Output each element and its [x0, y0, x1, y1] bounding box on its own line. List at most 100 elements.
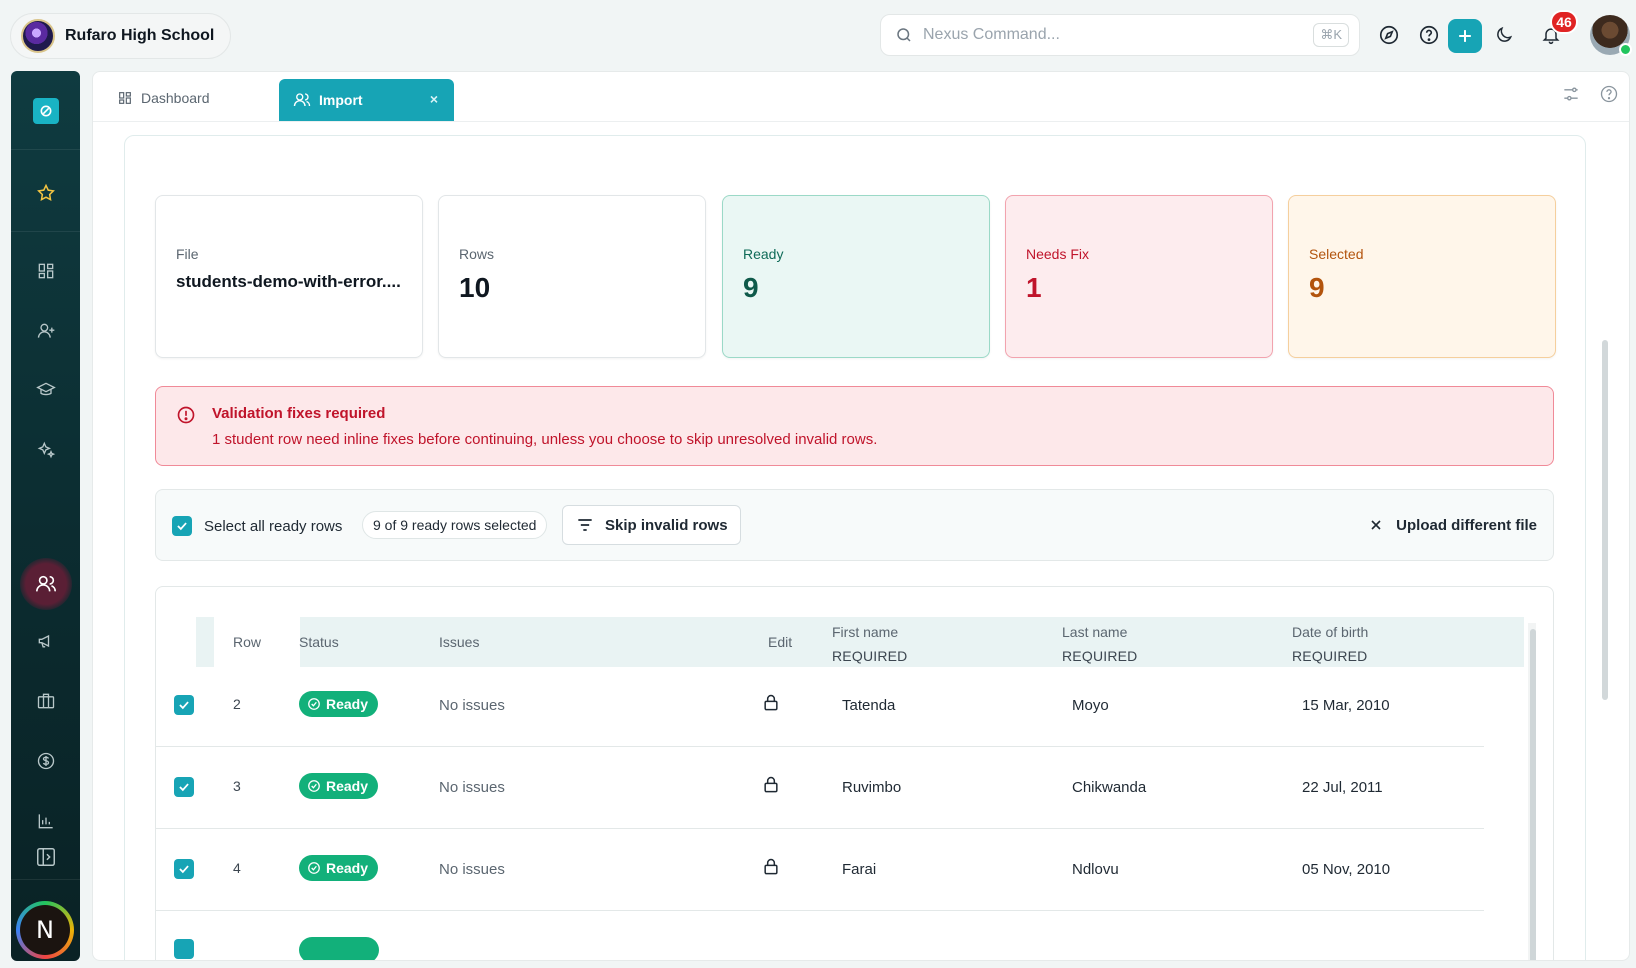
upload-different-file-button[interactable]: Upload different file: [1368, 505, 1537, 545]
app-logo[interactable]: [11, 91, 80, 131]
command-search[interactable]: Nexus Command... ⌘K: [880, 14, 1360, 56]
tab-import-label: Import: [319, 92, 363, 108]
megaphone-icon[interactable]: [11, 621, 80, 661]
import-content: File students-demo-with-error.... Rows 1…: [124, 135, 1586, 960]
check-icon: [179, 865, 189, 874]
dashboard-grid-icon[interactable]: [11, 251, 80, 291]
students-users-icon[interactable]: [11, 564, 80, 604]
account-avatar-initial: N: [20, 905, 70, 955]
header-first-name: First name: [832, 624, 899, 640]
table-scrollbar-thumb[interactable]: [1530, 629, 1536, 960]
tab-dashboard[interactable]: Dashboard: [107, 80, 210, 116]
skip-invalid-rows-label: Skip invalid rows: [605, 516, 728, 534]
import-table: Row Status Issues Edit First name REQUIR…: [155, 586, 1554, 960]
row-number: 3: [233, 778, 241, 794]
briefcase-icon[interactable]: [11, 681, 80, 721]
plus-icon: [1459, 30, 1471, 42]
last-name-cell: Chikwanda: [1072, 779, 1147, 796]
issues-cell: No issues: [439, 697, 505, 714]
notification-badge: 46: [1550, 10, 1578, 34]
stat-card-file: File students-demo-with-error....: [155, 195, 423, 358]
row-checkbox[interactable]: [174, 859, 194, 879]
lock-icon: [764, 858, 778, 875]
row-checkbox[interactable]: [174, 939, 194, 959]
account-avatar[interactable]: N: [16, 901, 74, 959]
school-name: Rufaro High School: [65, 27, 215, 44]
lock-icon: [764, 776, 778, 793]
row-checkbox[interactable]: [174, 777, 194, 797]
selection-toolbar: Select all ready rows 9 of 9 ready rows …: [155, 489, 1554, 561]
header-edit: Edit: [768, 634, 793, 650]
check-icon: [179, 701, 189, 710]
validation-alert: Validation fixes required 1 student row …: [155, 386, 1554, 466]
select-all-ready-rows[interactable]: Select all ready rows: [172, 516, 342, 536]
graduation-cap-icon[interactable]: [11, 370, 80, 410]
stat-needs-fix-value: 1: [1026, 272, 1042, 303]
check-circle-icon: [308, 862, 320, 874]
help-icon[interactable]: [1414, 20, 1444, 50]
stat-ready-value: 9: [743, 272, 759, 303]
close-x-icon: [1371, 520, 1381, 530]
skip-invalid-rows-button[interactable]: Skip invalid rows: [562, 505, 741, 545]
table-row: 2 Ready No issues Tatenda Moyo 15 Mar, 2…: [156, 665, 1484, 747]
tab-bar: Dashboard Import ×: [93, 72, 1629, 122]
alert-title: Validation fixes required: [212, 405, 386, 422]
check-circle-icon: [308, 780, 320, 792]
tab-close-icon[interactable]: ×: [430, 91, 438, 107]
page-scrollbar-thumb[interactable]: [1602, 340, 1608, 700]
dollar-icon[interactable]: [11, 741, 80, 781]
stat-card-ready: Ready 9: [722, 195, 990, 358]
issues-cell: No issues: [439, 779, 505, 796]
school-logo: [21, 19, 55, 53]
status-label: Ready: [326, 696, 369, 712]
stat-rows-label: Rows: [459, 246, 495, 262]
dob-cell: 15 Mar, 2010: [1302, 697, 1390, 714]
header-issues: Issues: [439, 634, 480, 650]
create-button[interactable]: [1448, 19, 1482, 53]
stat-file-value: students-demo-with-error....: [176, 272, 401, 291]
selection-count-pill: 9 of 9 ready rows selected: [362, 511, 548, 539]
table-row-partial: [156, 911, 1484, 960]
stat-ready-label: Ready: [743, 246, 784, 262]
check-icon: [179, 783, 189, 792]
row-checkbox[interactable]: [174, 695, 194, 715]
status-badge: [299, 937, 379, 960]
row-number: 4: [233, 860, 241, 876]
sparkles-icon[interactable]: [11, 430, 80, 470]
stat-card-selected: Selected 9: [1288, 195, 1556, 358]
bar-chart-icon[interactable]: [11, 801, 80, 841]
stat-card-needs-fix: Needs Fix 1: [1005, 195, 1273, 358]
add-user-icon[interactable]: [11, 311, 80, 351]
select-all-checkbox[interactable]: [172, 516, 192, 536]
header-last-name-required: REQUIRED: [1062, 648, 1138, 664]
stat-file-label: File: [176, 246, 199, 262]
lock-icon: [764, 694, 778, 711]
settings-sliders-icon[interactable]: [1561, 84, 1581, 104]
last-name-cell: Ndlovu: [1072, 861, 1119, 878]
tab-tools: [1561, 84, 1619, 104]
theme-toggle-moon-icon[interactable]: [1489, 20, 1519, 50]
favorites-star-icon[interactable]: [11, 173, 80, 213]
header-dob-required: REQUIRED: [1292, 648, 1368, 664]
status-badge: Ready: [299, 855, 379, 881]
header-status: Status: [299, 634, 339, 650]
header-row: Row: [233, 634, 262, 650]
online-status-dot: [1619, 43, 1632, 56]
last-name-cell: Moyo: [1072, 697, 1109, 714]
header-first-name-required: REQUIRED: [832, 648, 908, 664]
compass-icon[interactable]: [1374, 20, 1404, 50]
help-circle-icon[interactable]: [1599, 84, 1619, 104]
sidebar: N: [11, 71, 80, 961]
search-shortcut: ⌘K: [1313, 23, 1349, 47]
tab-import[interactable]: Import ×: [279, 79, 454, 121]
row-number: 2: [233, 696, 241, 712]
alert-circle-icon: [177, 406, 195, 424]
status-label: Ready: [326, 778, 369, 794]
select-all-label: Select all ready rows: [204, 517, 343, 535]
alert-message: 1 student row need inline fixes before c…: [212, 431, 878, 448]
collapse-sidebar-icon[interactable]: [11, 837, 80, 877]
stat-rows-value: 10: [459, 272, 491, 303]
dob-cell: 05 Nov, 2010: [1302, 861, 1391, 878]
school-switcher[interactable]: Rufaro High School: [10, 13, 231, 59]
users-icon: [293, 93, 311, 107]
